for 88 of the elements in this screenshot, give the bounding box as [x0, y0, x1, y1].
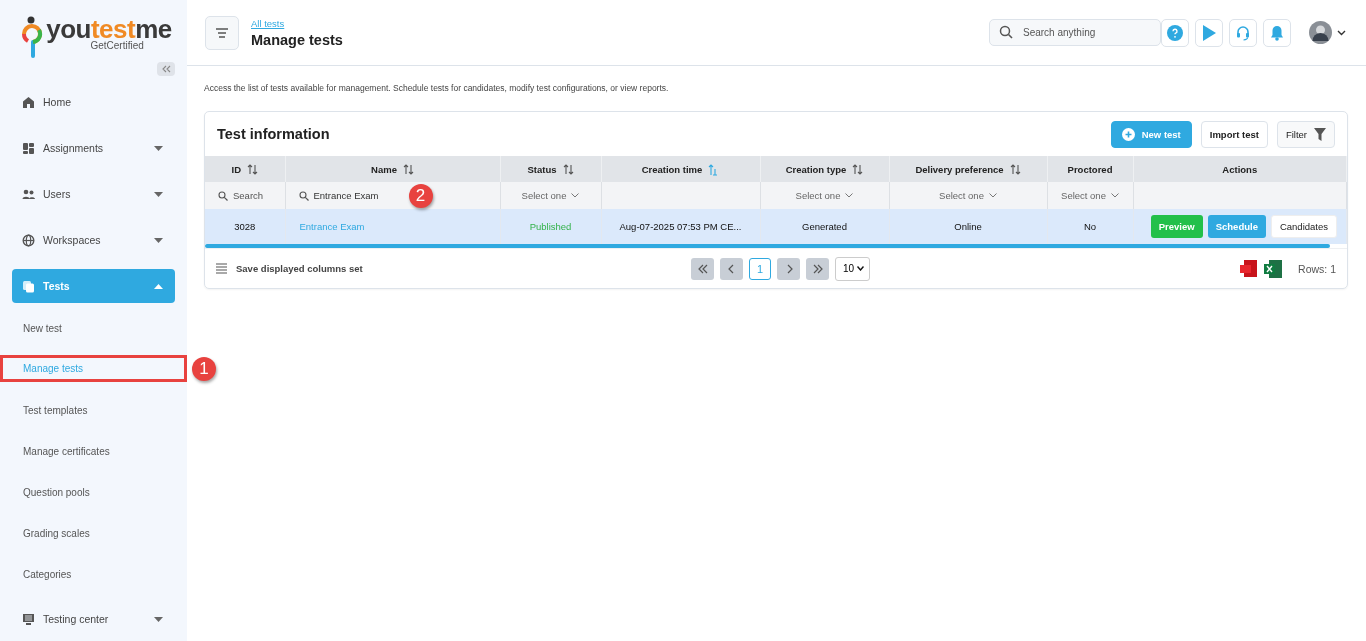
search-icon	[298, 191, 309, 201]
collapse-button[interactable]	[157, 62, 175, 76]
last-page-icon	[811, 263, 824, 274]
chevron-down-icon	[1110, 193, 1119, 198]
sidebar-subitem[interactable]: Grading scales	[0, 520, 187, 547]
import-button[interactable]: Import test	[1200, 120, 1268, 148]
users-icon	[22, 187, 35, 201]
sort-icon[interactable]	[852, 162, 864, 176]
filter-dropdown[interactable]: Select one	[939, 190, 997, 201]
menu-icon	[215, 27, 229, 38]
save-columns-link[interactable]: Save displayed columns set	[236, 263, 363, 274]
previous-page-button[interactable]	[720, 257, 743, 280]
sort-icon[interactable]	[402, 162, 414, 176]
next-page-button[interactable]	[777, 257, 800, 280]
last-page-button[interactable]	[806, 257, 829, 280]
status-label: Published	[529, 221, 572, 232]
column-header: Proctored	[1067, 163, 1113, 175]
page-title: Manage tests	[251, 31, 344, 48]
sidebar-item[interactable]: Home	[12, 85, 175, 119]
search-field[interactable]: Search anything	[989, 19, 1161, 46]
column-header: Creation type	[785, 163, 847, 175]
sort-icon[interactable]	[562, 162, 574, 176]
column-header: ID	[231, 163, 241, 175]
sort-icon[interactable]	[1009, 162, 1021, 176]
bell-icon	[1270, 24, 1284, 41]
chevron-down-icon	[845, 193, 854, 198]
help-button[interactable]	[1161, 18, 1189, 47]
pdf-export-icon[interactable]	[1240, 259, 1259, 278]
sidebar-subitem[interactable]: New test	[0, 315, 187, 342]
page-size-select[interactable]: 10	[835, 256, 871, 281]
avatar-icon[interactable]	[1309, 21, 1332, 44]
logo-tagline: GetCertified	[90, 40, 144, 51]
filter-dropdown[interactable]: Select one	[795, 190, 854, 201]
table-cell: Generated	[802, 221, 847, 232]
sidebar-subitem[interactable]: Categories	[0, 561, 187, 588]
support-button[interactable]	[1229, 18, 1257, 47]
double-chevron-icon	[161, 65, 171, 73]
column-header: Name	[371, 163, 397, 175]
filter-button[interactable]: Filter	[1276, 120, 1335, 148]
sidebar-subitem[interactable]: Question pools	[0, 479, 187, 506]
row-count: Rows: 1	[1298, 262, 1336, 275]
card-title: Test information	[217, 126, 331, 142]
chevron-down-icon	[988, 193, 997, 198]
table-cell: Online	[954, 221, 982, 232]
logo-text: youtestme	[46, 16, 172, 42]
play-icon	[1202, 24, 1216, 41]
column-header: Creation time	[641, 163, 703, 175]
sidebar-item[interactable]: Workspaces	[12, 223, 175, 257]
sidebar-item[interactable]: Testing center	[12, 602, 175, 636]
horizontal-scrollbar[interactable]	[205, 244, 1330, 248]
filter-search-field[interactable]: Search	[205, 182, 285, 209]
notifications-button[interactable]	[1263, 18, 1291, 47]
home-icon	[22, 95, 35, 109]
step-marker: 1	[192, 356, 216, 381]
funnel-icon	[1314, 127, 1326, 141]
chevron-down-icon[interactable]	[1337, 29, 1346, 36]
first-page-button[interactable]	[691, 257, 714, 280]
globe-icon	[22, 233, 35, 247]
sidebar-item[interactable]: Users	[12, 177, 175, 211]
page-description: Access the list of tests available for management. Schedule tests for candidates, modify test configurations, or view reports.	[204, 83, 670, 93]
excel-export-icon[interactable]	[1264, 259, 1283, 278]
help-icon	[1167, 24, 1183, 41]
monitor-icon	[22, 612, 35, 626]
step-marker: 2	[408, 183, 433, 208]
play-button[interactable]	[1195, 18, 1223, 47]
column-header: Delivery preference	[915, 163, 1004, 175]
chevron-down-icon	[857, 266, 865, 271]
table-cell: No	[1083, 221, 1097, 232]
pages-icon	[22, 279, 35, 293]
search-icon	[218, 191, 228, 201]
menu-button[interactable]	[205, 15, 239, 50]
first-page-icon	[696, 263, 709, 274]
logo-icon	[21, 16, 44, 60]
table-row[interactable]: 3028 Entrance Exam Published Aug-07-2025 07:53 PM CE... Generated Online No Preview Schedule Candidates	[205, 209, 1347, 244]
grid-icon	[22, 141, 35, 155]
candidates-button[interactable]: Candidates	[1270, 215, 1337, 238]
headset-icon	[1236, 24, 1250, 41]
plus-circle-icon	[1121, 127, 1135, 141]
table-cell: Aug-07-2025 07:53 PM CE...	[619, 221, 742, 232]
search-icon	[999, 25, 1013, 39]
sidebar-subitem[interactable]: Manage certificates	[0, 438, 187, 465]
chevron-down-icon	[571, 193, 580, 198]
column-header: Actions	[1222, 163, 1258, 175]
column-header: Status	[527, 163, 557, 175]
table-cell: 3028	[234, 221, 256, 232]
sort-icon[interactable]	[247, 162, 258, 176]
sidebar-item[interactable]: Assignments	[12, 131, 175, 165]
sidebar-subitem[interactable]: Test templates	[0, 397, 187, 424]
